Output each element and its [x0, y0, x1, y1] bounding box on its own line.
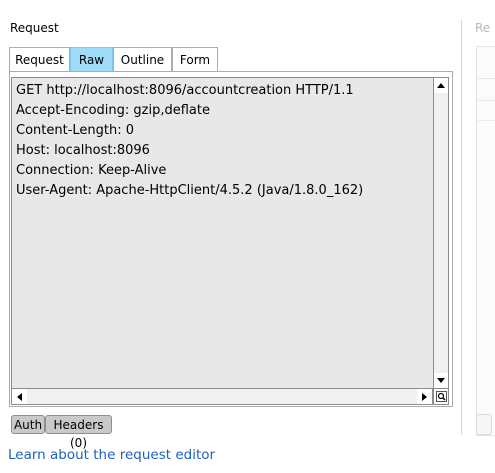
editor-line: Content-Length: 0	[16, 123, 135, 138]
tab-form[interactable]: Form	[172, 47, 218, 71]
editor-line: Connection: Keep-Alive	[16, 163, 167, 178]
editor-line: Accept-Encoding: gzip,deflate	[16, 103, 210, 118]
editor-line: GET http://localhost:8096/accountcreatio…	[16, 83, 354, 98]
scroll-left-icon[interactable]	[12, 389, 27, 404]
tab-auth[interactable]: Auth	[11, 415, 45, 434]
right-pane-divider-line	[476, 78, 495, 79]
panel-title: Request	[10, 21, 59, 35]
pane-divider[interactable]	[461, 20, 462, 435]
right-pane-title: Re	[475, 21, 491, 35]
right-pane-editor	[476, 46, 495, 436]
tab-request[interactable]: Request	[9, 47, 70, 71]
editor-line: Host: localhost:8096	[16, 143, 150, 158]
editor-line: User-Agent: Apache-HttpClient/4.5.2 (Jav…	[16, 183, 364, 198]
tab-raw[interactable]: Raw	[70, 47, 113, 71]
right-pane-tab[interactable]	[476, 414, 492, 435]
horizontal-scrollbar[interactable]	[11, 389, 433, 405]
scroll-down-icon[interactable]	[434, 373, 448, 388]
scroll-up-icon[interactable]	[434, 78, 448, 93]
vertical-scrollbar[interactable]	[433, 77, 449, 389]
tab-headers[interactable]: Headers (0)	[45, 415, 112, 450]
right-pane-divider-line	[476, 120, 495, 121]
right-pane-divider-line	[476, 100, 495, 101]
vertical-scroll-track[interactable]	[434, 93, 448, 373]
zoom-icon[interactable]	[433, 389, 449, 405]
scroll-right-icon[interactable]	[417, 389, 432, 404]
raw-request-editor[interactable]: GET http://localhost:8096/accountcreatio…	[11, 77, 433, 389]
learn-request-editor-link[interactable]: Learn about the request editor	[8, 447, 215, 463]
tab-outline[interactable]: Outline	[113, 47, 172, 71]
